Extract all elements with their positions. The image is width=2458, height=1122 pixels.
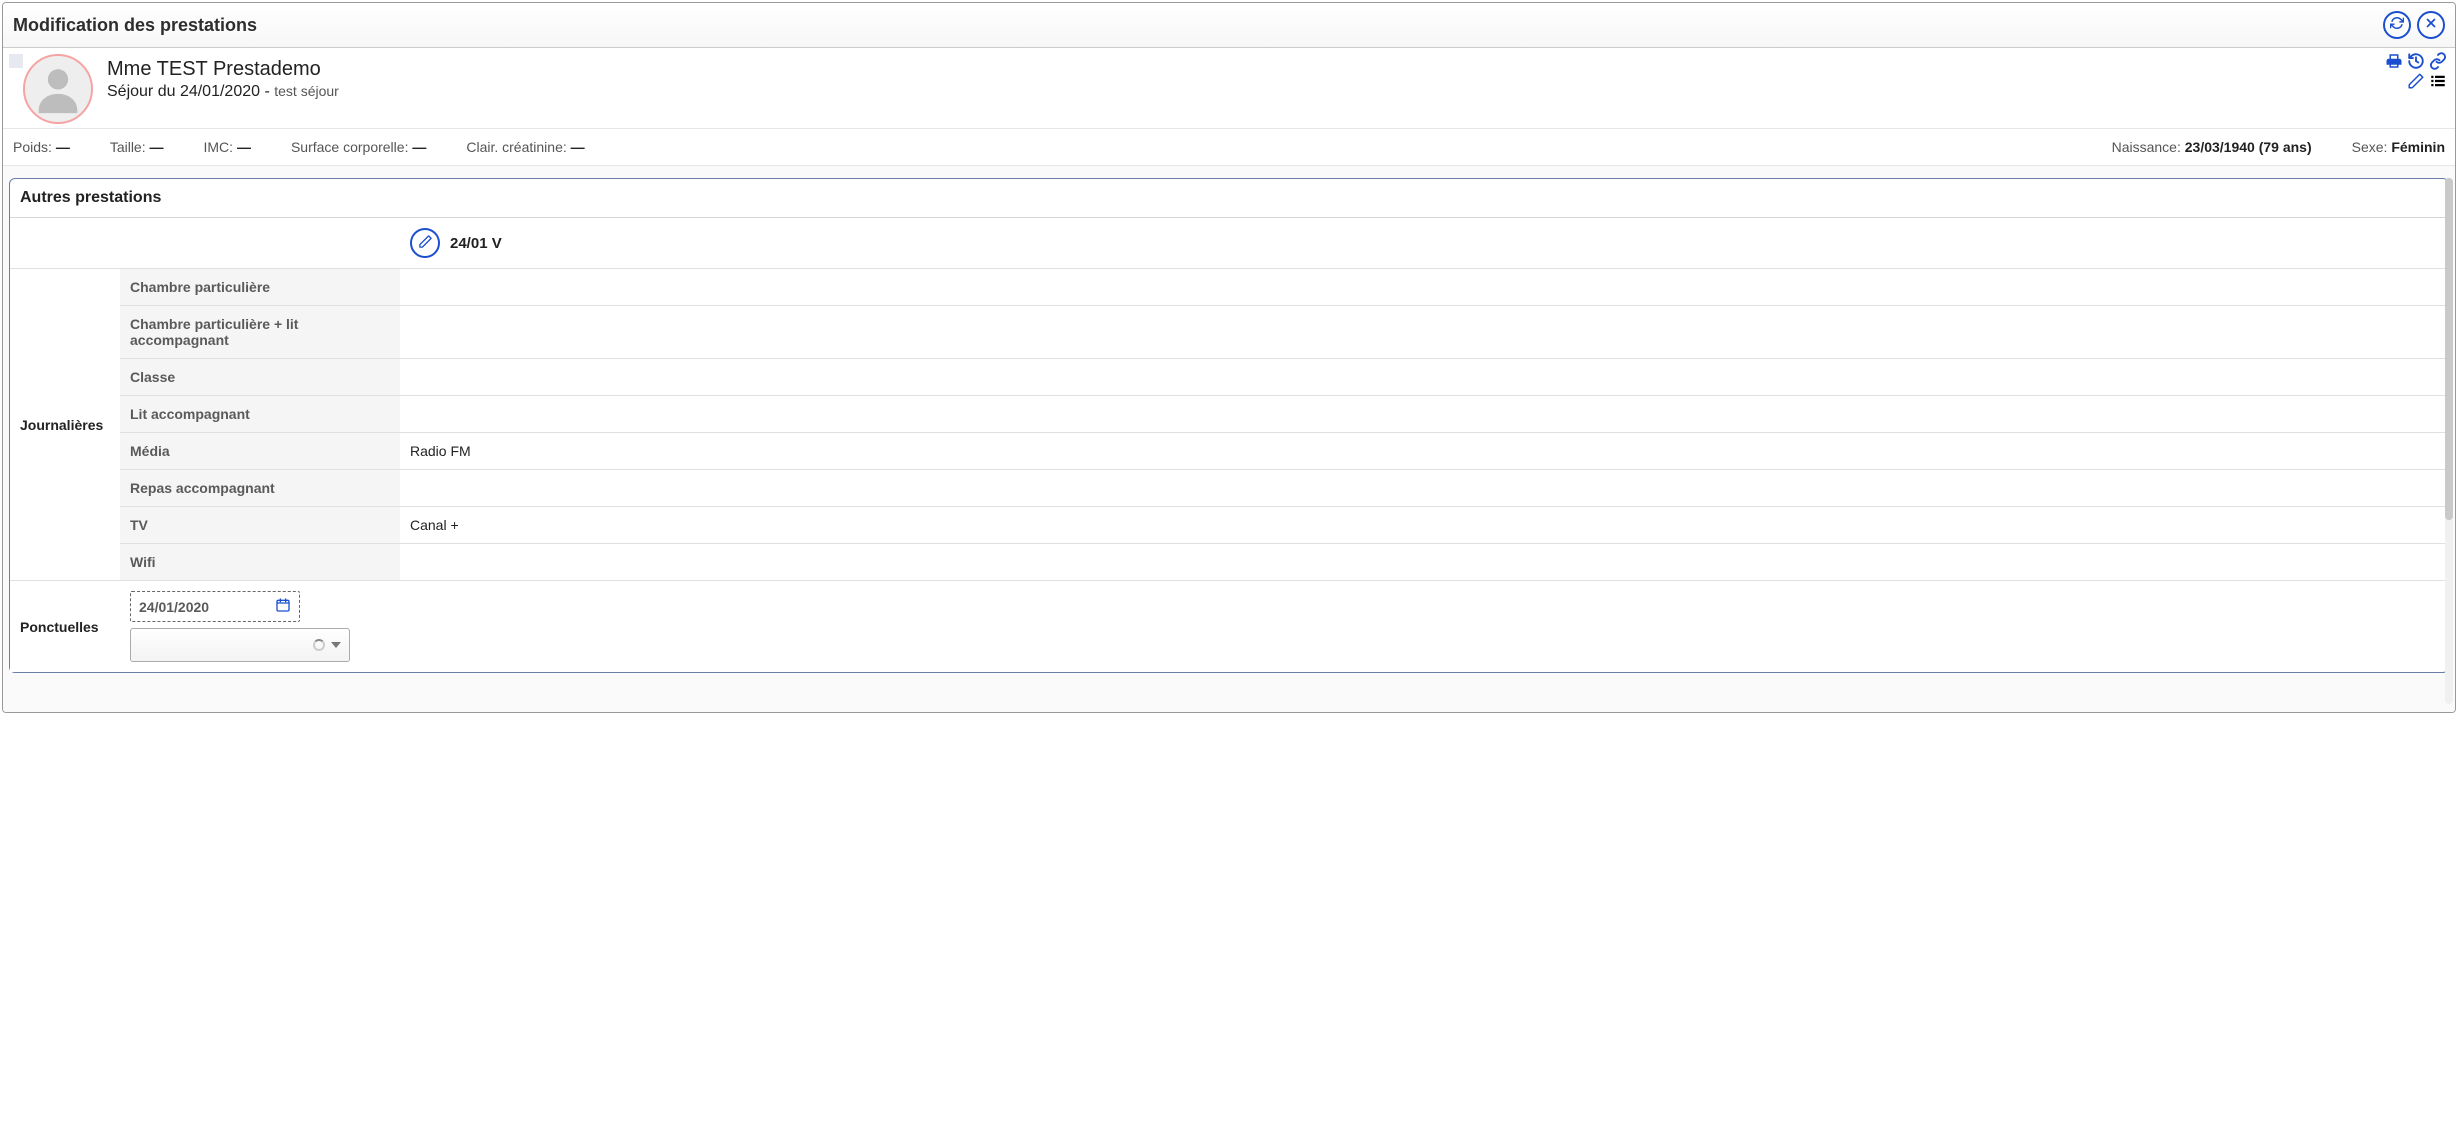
vitals-strip: Poids: — Taille: — IMC: — Surface corpor… <box>3 128 2455 166</box>
close-button[interactable] <box>2417 11 2445 39</box>
presta-value[interactable] <box>400 470 2448 507</box>
refresh-button[interactable] <box>2383 11 2411 39</box>
close-icon <box>2424 16 2438 35</box>
presta-value[interactable]: Radio FM <box>400 433 2448 470</box>
presta-value[interactable]: Canal + <box>400 507 2448 544</box>
patient-banner: Mme TEST Prestademo Séjour du 24/01/2020… <box>3 48 2455 128</box>
title-bar: Modification des prestations <box>3 3 2455 48</box>
bsa-value: — <box>412 139 426 155</box>
date-column-header: 24/01 V <box>400 218 2448 269</box>
chevron-down-icon <box>331 642 341 648</box>
table-row: Journalières Chambre particulière <box>10 269 2448 306</box>
content-area[interactable]: Autres prestations <box>3 166 2455 712</box>
sex-label: Sexe: <box>2352 139 2388 155</box>
creat-label: Clair. créatinine: <box>466 139 566 155</box>
history-button[interactable] <box>2407 54 2425 72</box>
punctual-type-select[interactable] <box>130 628 350 662</box>
modal-title: Modification des prestations <box>13 15 257 36</box>
presta-name: Repas accompagnant <box>120 470 400 507</box>
modal-window: Modification des prestations Mme TEST Pr… <box>2 2 2456 713</box>
punctual-value-cell[interactable] <box>400 581 2448 673</box>
edit-icon <box>2407 72 2425 95</box>
presta-name: Classe <box>120 359 400 396</box>
print-icon <box>2385 52 2403 75</box>
height-value: — <box>150 139 164 155</box>
table-row: Ponctuelles 24/01/2020 <box>10 581 2448 673</box>
panel-title: Autres prestations <box>10 179 2448 218</box>
presta-name: Chambre particulière <box>120 269 400 306</box>
edit-banner-button[interactable] <box>2407 74 2425 92</box>
punctual-date-input[interactable]: 24/01/2020 <box>130 591 300 622</box>
banner-actions <box>2385 54 2447 92</box>
bmi-pair: IMC: — <box>204 139 251 155</box>
scrollbar[interactable] <box>2445 178 2453 704</box>
weight-pair: Poids: — <box>13 139 70 155</box>
title-actions <box>2383 11 2445 39</box>
presta-name: Média <box>120 433 400 470</box>
refresh-icon <box>2390 16 2404 35</box>
creat-pair: Clair. créatinine: — <box>466 139 584 155</box>
print-button[interactable] <box>2385 54 2403 72</box>
bsa-label: Surface corporelle: <box>291 139 409 155</box>
height-pair: Taille: — <box>110 139 164 155</box>
prestations-panel: Autres prestations <box>9 178 2449 673</box>
table-row: Classe <box>10 359 2448 396</box>
presta-name: Wifi <box>120 544 400 581</box>
stay-line: Séjour du 24/01/2020 - test séjour <box>107 83 2447 101</box>
table-row: Repas accompagnant <box>10 470 2448 507</box>
link-button[interactable] <box>2429 54 2447 72</box>
birth-pair: Naissance: 23/03/1940 (79 ans) <box>2112 139 2312 155</box>
patient-name: Mme TEST Prestademo <box>107 58 2447 81</box>
bsa-pair: Surface corporelle: — <box>291 139 426 155</box>
birth-label: Naissance: <box>2112 139 2181 155</box>
scrollbar-thumb[interactable] <box>2445 178 2453 520</box>
weight-value: — <box>56 139 70 155</box>
birth-value: 23/03/1940 (79 ans) <box>2185 139 2312 155</box>
presta-value[interactable] <box>400 396 2448 433</box>
sex-pair: Sexe: Féminin <box>2352 139 2445 155</box>
presta-value[interactable] <box>400 544 2448 581</box>
group-punctual-label: Ponctuelles <box>10 581 120 673</box>
punctual-controls-cell: 24/01/2020 <box>120 581 400 673</box>
table-row: Wifi <box>10 544 2448 581</box>
sex-value: Féminin <box>2391 139 2445 155</box>
presta-name: Lit accompagnant <box>120 396 400 433</box>
bmi-value: — <box>237 139 251 155</box>
avatar <box>23 54 93 124</box>
stay-type: test séjour <box>274 83 339 99</box>
table-header-blank <box>10 218 400 269</box>
patient-info: Mme TEST Prestademo Séjour du 24/01/2020… <box>107 54 2447 101</box>
presta-name: TV <box>120 507 400 544</box>
list-icon <box>2429 72 2447 95</box>
presta-name: Chambre particulière + lit accompagnant <box>120 306 400 359</box>
creat-value: — <box>571 139 585 155</box>
bmi-label: IMC: <box>204 139 234 155</box>
presta-value[interactable] <box>400 269 2448 306</box>
height-label: Taille: <box>110 139 146 155</box>
status-indicator <box>9 54 23 68</box>
presta-value[interactable] <box>400 306 2448 359</box>
table-row: Lit accompagnant <box>10 396 2448 433</box>
group-daily-label: Journalières <box>10 269 120 581</box>
weight-label: Poids: <box>13 139 52 155</box>
table-row: Chambre particulière + lit accompagnant <box>10 306 2448 359</box>
edit-day-button[interactable] <box>410 228 440 258</box>
list-button[interactable] <box>2429 74 2447 92</box>
stay-prefix: Séjour du 24/01/2020 - <box>107 83 270 100</box>
prestations-table: 24/01 V Journalières Chambre particulièr… <box>10 218 2448 672</box>
edit-icon <box>418 234 433 252</box>
table-row: TV Canal + <box>10 507 2448 544</box>
calendar-icon <box>275 597 291 616</box>
table-row: Média Radio FM <box>10 433 2448 470</box>
date-header-label: 24/01 V <box>450 235 502 252</box>
punctual-date-value: 24/01/2020 <box>139 599 209 615</box>
presta-value[interactable] <box>400 359 2448 396</box>
loading-spinner-icon <box>313 639 325 651</box>
